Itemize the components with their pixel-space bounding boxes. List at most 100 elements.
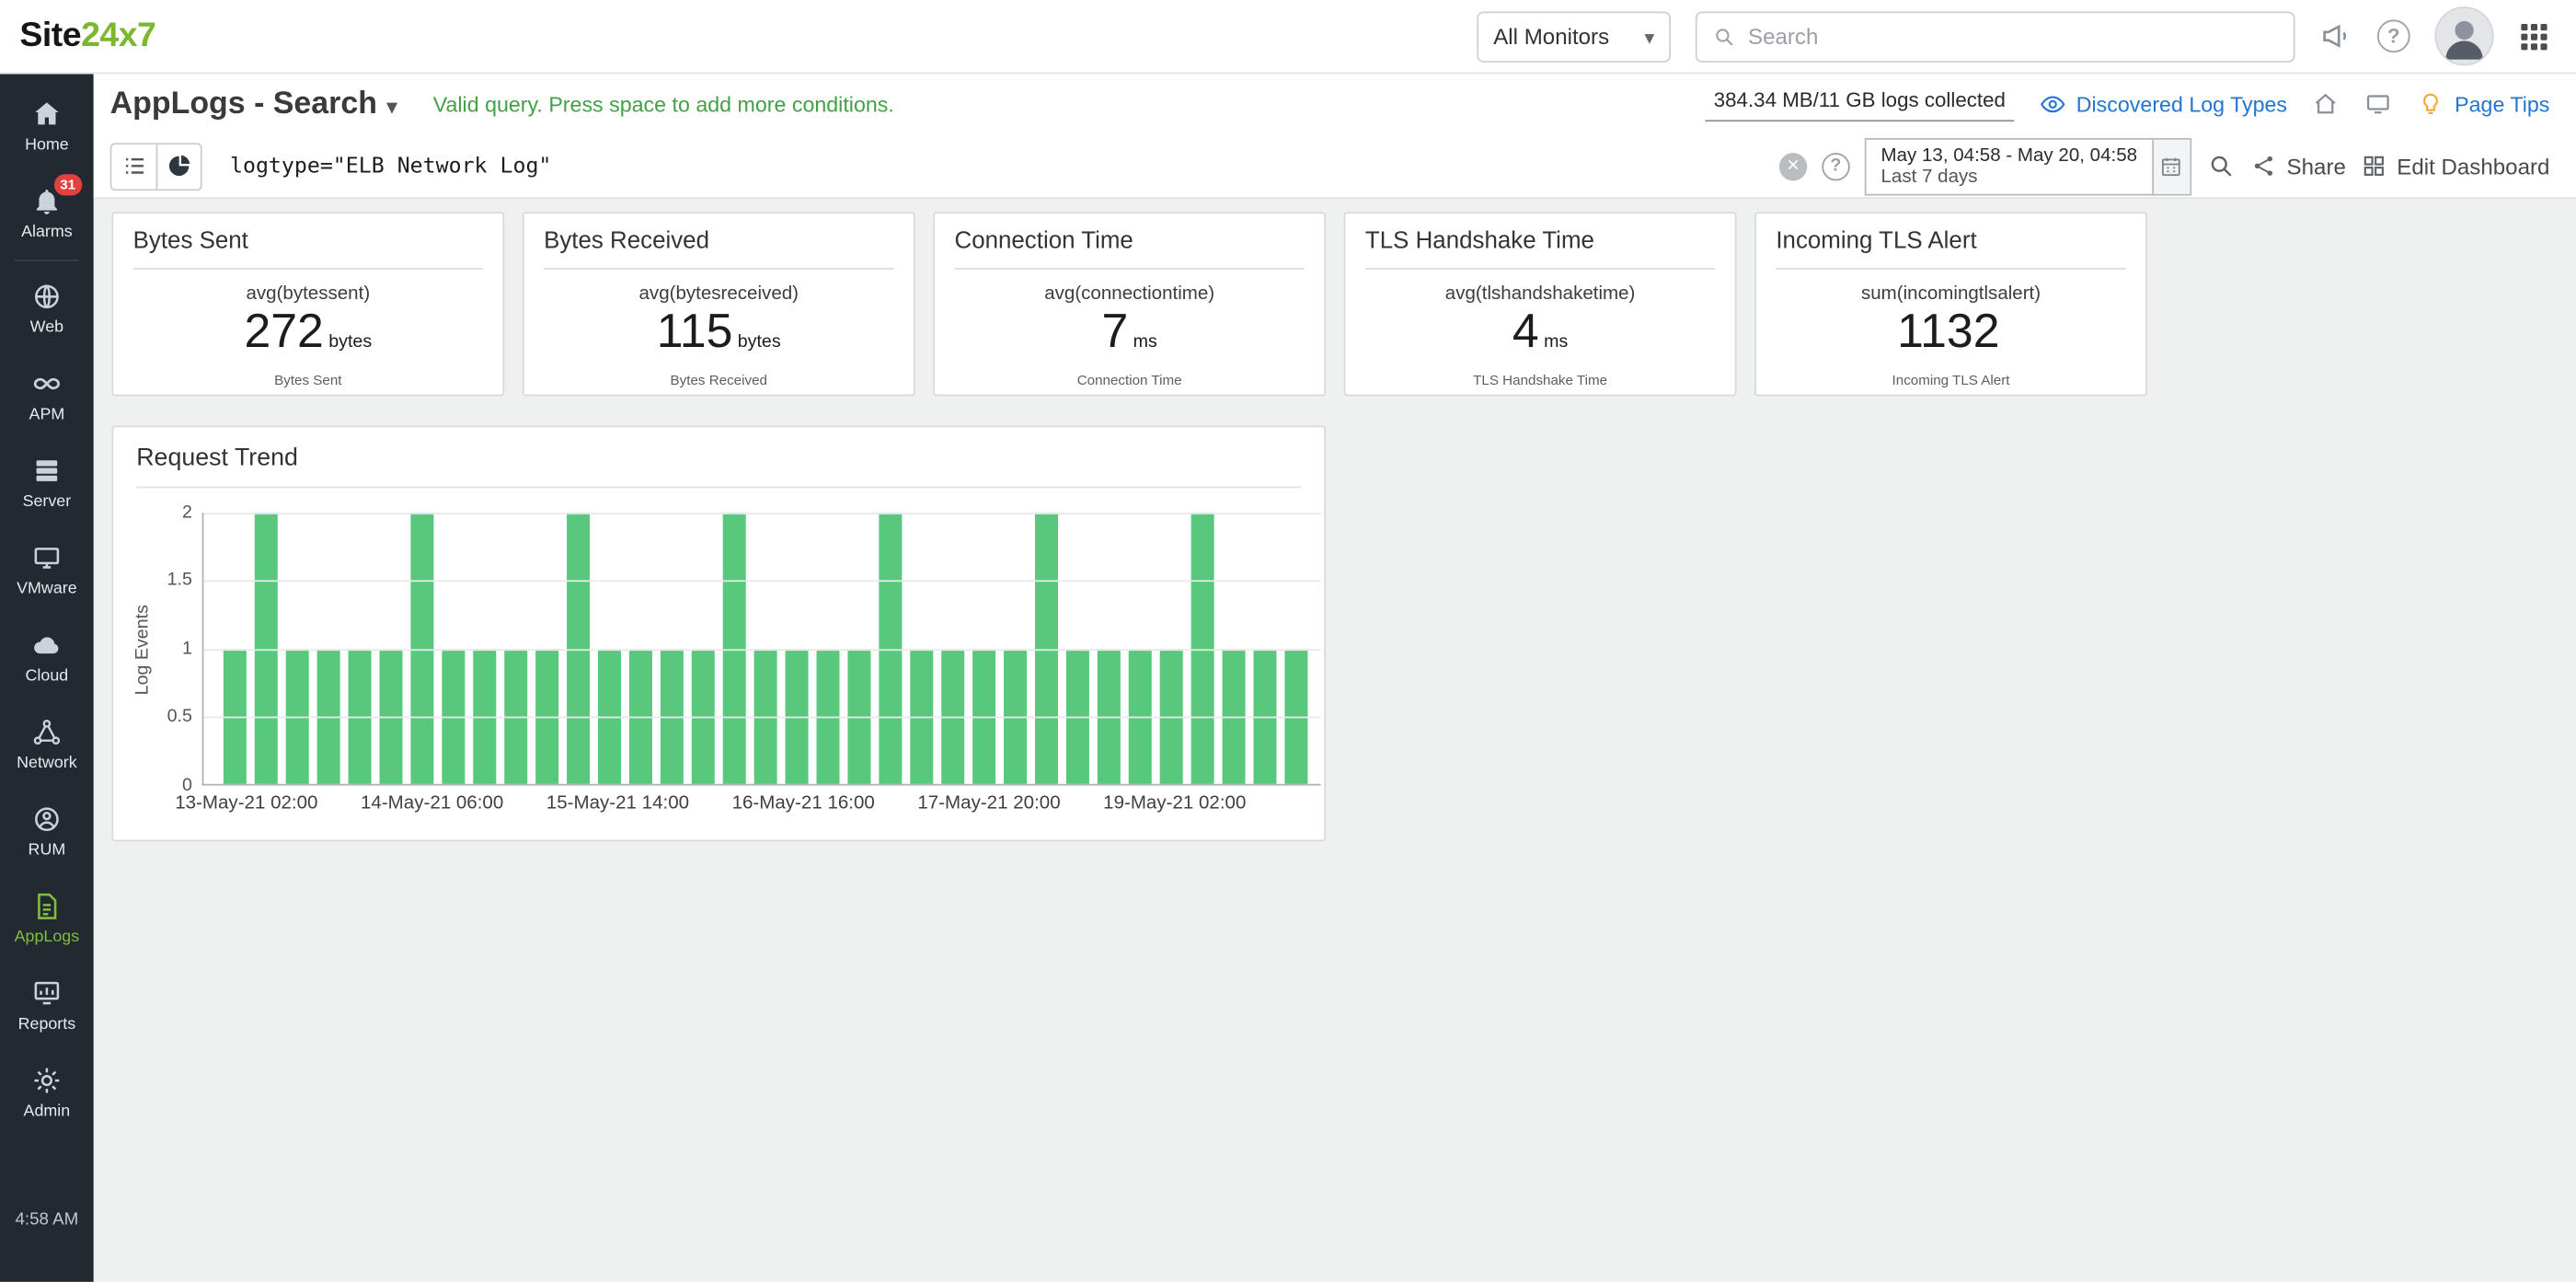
- help-icon[interactable]: [2376, 19, 2410, 53]
- search-icon: [1716, 28, 1733, 45]
- date-range-picker[interactable]: May 13, 04:58 - May 20, 04:58 Last 7 day…: [1864, 137, 2191, 195]
- sidebar-item-network[interactable]: Network: [0, 700, 94, 788]
- avatar[interactable]: [2434, 6, 2494, 66]
- card-footer: Connection Time: [1076, 371, 1182, 388]
- y-tick-label: 1: [181, 639, 192, 659]
- reports-icon: [34, 980, 60, 1004]
- card-aggregation: sum(incomingtlsalert): [1860, 283, 2041, 305]
- announcement-icon[interactable]: [2319, 19, 2352, 52]
- applogs-doc-icon: [38, 892, 57, 918]
- page-tips-link[interactable]: Page Tips: [2417, 90, 2549, 118]
- apps-grid-icon[interactable]: [2518, 20, 2549, 52]
- stat-card-incoming-tls-alert[interactable]: Incoming TLS Alert sum(incomingtlsalert)…: [1754, 212, 2147, 397]
- gridline: [203, 580, 1321, 583]
- monitor-filter-select[interactable]: All Monitors: [1477, 10, 1672, 62]
- server-icon: [36, 459, 58, 481]
- sidebar-item-apm[interactable]: APM: [0, 352, 94, 439]
- stat-card-bytes-received[interactable]: Bytes Received avg(bytesreceived) 115 byt…: [522, 212, 915, 397]
- edit-dashboard-button[interactable]: Edit Dashboard: [2361, 153, 2549, 179]
- chevron-down-icon: [1644, 24, 1654, 49]
- discovered-log-types-link[interactable]: Discovered Log Types: [2039, 90, 2287, 118]
- alarm-count-badge: 31: [53, 174, 83, 195]
- request-trend-widget[interactable]: Request Trend Log Events 0 0.5 1 1.5 2 13-Ma…: [111, 425, 1327, 842]
- card-aggregation: avg(tlshandshaketime): [1444, 283, 1636, 305]
- infinity-icon: [33, 376, 60, 389]
- card-footer: Bytes Sent: [274, 371, 342, 388]
- card-value: 1132: [1897, 306, 2000, 359]
- home-screen-icon[interactable]: [2312, 90, 2340, 118]
- stat-card-tls-handshake-time[interactable]: TLS Handshake Time avg(tlshandshaketime)…: [1343, 212, 1737, 397]
- sidebar-item-server[interactable]: Server: [0, 439, 94, 526]
- y-axis-label: Log Events: [132, 604, 154, 695]
- list-view-button[interactable]: [111, 144, 156, 189]
- stat-card-bytes-sent[interactable]: Bytes Sent avg(bytessent) 272 bytes Bytes…: [111, 212, 505, 397]
- top-bar: Site24x7 All Monitors: [0, 0, 2576, 75]
- x-tick-label: 14-May-21 06:00: [361, 793, 504, 814]
- card-aggregation: avg(connectiontime): [1044, 283, 1215, 305]
- global-search-box[interactable]: [1695, 10, 2295, 62]
- sidebar-item-vmware[interactable]: VMware: [0, 526, 94, 613]
- dashboard-content: Bytes Sent avg(bytessent) 272 bytes Bytes…: [94, 199, 2576, 1282]
- gridline: [203, 716, 1321, 718]
- y-axis-ticks: 0 0.5 1 1.5 2: [156, 502, 202, 795]
- chevron-down-icon: [387, 87, 397, 122]
- log-query-input[interactable]: [216, 141, 1765, 191]
- sidebar-item-home[interactable]: Home: [0, 82, 94, 169]
- query-bar: May 13, 04:58 - May 20, 04:58 Last 7 day…: [93, 134, 2576, 200]
- site24x7-logo[interactable]: Site24x7: [19, 17, 155, 56]
- monitor-view-icon[interactable]: [2364, 90, 2392, 118]
- edit-dashboard-grid-icon: [2363, 156, 2384, 176]
- clear-query-icon[interactable]: [1778, 152, 1808, 180]
- bulb-icon: [2423, 93, 2439, 114]
- stat-card-connection-time[interactable]: Connection Time avg(connectiontime) 7 ms …: [933, 212, 1327, 397]
- view-toggle: [109, 142, 202, 191]
- sidebar: Home 31 Alarms Web APM Server VMware Clo…: [0, 74, 94, 1282]
- date-range-value: May 13, 04:58 - May 20, 04:58: [1880, 145, 2138, 166]
- y-tick-label: 1.5: [167, 571, 192, 591]
- bar-chart-plot: [201, 513, 1321, 786]
- share-button[interactable]: Share: [2250, 153, 2346, 179]
- x-tick-label: 15-May-21 14:00: [546, 793, 690, 814]
- cloud-icon: [34, 636, 59, 653]
- card-footer: TLS Handshake Time: [1473, 371, 1608, 388]
- page-title-dropdown[interactable]: AppLogs - Search: [110, 87, 397, 122]
- sidebar-item-cloud[interactable]: Cloud: [0, 613, 94, 700]
- query-valid-status: Valid query. Press space to add more con…: [432, 91, 894, 117]
- sidebar-item-applogs[interactable]: AppLogs: [0, 874, 94, 962]
- card-title: Incoming TLS Alert: [1776, 214, 2126, 270]
- vmware-icon: [34, 547, 60, 568]
- x-tick-label: 13-May-21 02:00: [175, 793, 318, 814]
- card-value: 272 bytes: [244, 306, 373, 359]
- query-help-icon[interactable]: [1822, 152, 1850, 180]
- log-usage-meter[interactable]: 384.34 MB/11 GB logs collected: [1705, 88, 2014, 121]
- sidebar-item-admin[interactable]: Admin: [0, 1048, 94, 1136]
- sidebar-clock: 4:58 AM: [15, 1209, 79, 1230]
- sidebar-item-reports[interactable]: Reports: [0, 962, 94, 1049]
- main-area: AppLogs - Search Valid query. Press spac…: [93, 74, 2576, 1282]
- page-header: AppLogs - Search Valid query. Press spac…: [93, 74, 2576, 135]
- x-tick-label: 19-May-21 02:00: [1103, 793, 1247, 814]
- sidebar-item-rum[interactable]: RUM: [0, 787, 94, 874]
- card-footer: Incoming TLS Alert: [1892, 371, 2010, 388]
- card-value: 115 bytes: [656, 306, 781, 359]
- run-search-icon[interactable]: [2206, 151, 2236, 180]
- gridline: [203, 513, 1321, 514]
- request-trend-chart: Log Events 0 0.5 1 1.5 2 13-May-21 02:00 14-M…: [113, 488, 1324, 839]
- globe-icon: [35, 283, 59, 308]
- search-input[interactable]: [1747, 23, 2279, 49]
- card-title: TLS Handshake Time: [1364, 214, 1716, 270]
- rum-icon: [35, 806, 59, 831]
- monitor-filter-value: All Monitors: [1493, 23, 1610, 49]
- y-tick-label: 2: [181, 502, 192, 523]
- site24x7-app: Site24x7 All Monitors ▾ Search ? Home 31…: [0, 0, 2576, 1282]
- card-aggregation: avg(bytesreceived): [638, 283, 799, 305]
- logo-text-24x7: 24x7: [81, 16, 156, 54]
- sidebar-item-web[interactable]: Web: [0, 264, 94, 352]
- card-title: Bytes Sent: [132, 214, 483, 270]
- chart-view-button[interactable]: [155, 144, 201, 189]
- sidebar-item-alarms[interactable]: 31 Alarms: [0, 169, 94, 257]
- y-tick-label: 0.5: [167, 707, 192, 727]
- calendar-icon: [2152, 138, 2191, 193]
- gridline: [203, 648, 1321, 651]
- card-title: Connection Time: [954, 214, 1305, 270]
